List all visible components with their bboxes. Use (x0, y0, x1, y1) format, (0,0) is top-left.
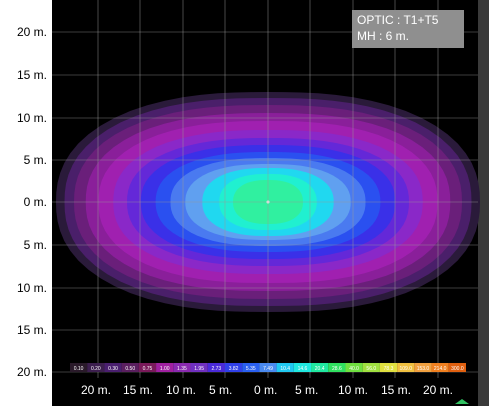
y-axis-tick-label: 5 m. (23, 153, 47, 167)
legend-value: 153.0 (417, 366, 430, 372)
optic-label: OPTIC : T1+T5 (357, 13, 439, 27)
legend-value: 78.3 (384, 366, 394, 372)
legend-value: 0.50 (125, 366, 135, 372)
x-axis-tick-label: 5 m. (209, 383, 233, 397)
legend-value: 7.49 (263, 366, 273, 372)
y-axis-tick-label: 20 m. (16, 365, 47, 379)
x-axis-tick-label: 10 m. (166, 383, 197, 397)
x-axis-tick-label: 0 m. (254, 383, 278, 397)
x-axis-tick-label: 15 m. (123, 383, 154, 397)
legend-value: 14.6 (298, 366, 308, 372)
legend-value: 40.0 (349, 366, 359, 372)
legend-value: 1.35 (177, 366, 187, 372)
info-box: OPTIC : T1+T5 MH : 6 m. (352, 10, 464, 48)
y-axis-tick-label: 0 m. (23, 195, 47, 209)
y-axis-tick-label: 10 m. (16, 281, 47, 295)
legend-value: 2.73 (211, 366, 221, 372)
isolux-diagram: 0.10 0.20 0.30 0.50 0.75 1.00 1.35 1.95 2.73 3.82… (0, 0, 489, 406)
x-axis-tick-label: 10 m. (338, 383, 369, 397)
y-axis-tick-label: 10 m. (16, 111, 47, 125)
y-axis-tick-label: 20 m. (16, 25, 47, 39)
legend-value: 1.95 (194, 366, 204, 372)
isolux-plot: 0.10 0.20 0.30 0.50 0.75 1.00 1.35 1.95 2.73 3.82… (52, 0, 489, 406)
legend-value: 0.30 (108, 366, 118, 372)
legend-value: 0.75 (143, 366, 153, 372)
legend-value: 20.4 (315, 366, 325, 372)
legend-value: 10.4 (280, 366, 290, 372)
x-axis-tick-label: 20 m. (81, 383, 112, 397)
y-axis-tick-label: 5 m. (23, 238, 47, 252)
legend-value: 56.0 (366, 366, 376, 372)
x-axis-tick-label: 5 m. (295, 383, 319, 397)
y-axis-tick-label: 15 m. (16, 68, 47, 82)
mounting-height-label: MH : 6 m. (357, 29, 410, 43)
legend-value: 109.0 (399, 366, 412, 372)
legend-value: 0.10 (74, 366, 84, 372)
legend-value: 28.6 (332, 366, 342, 372)
legend-value: 3.82 (229, 366, 239, 372)
legend-value: 1.00 (160, 366, 170, 372)
x-axis-tick-label: 15 m. (381, 383, 412, 397)
legend-value: 5.35 (246, 366, 256, 372)
y-axis-tick-label: 15 m. (16, 323, 47, 337)
legend-value: 0.20 (91, 366, 101, 372)
x-axis-tick-label: 20 m. (423, 383, 454, 397)
legend-value: 214.0 (434, 366, 447, 372)
legend-value: 300.0 (451, 366, 464, 372)
